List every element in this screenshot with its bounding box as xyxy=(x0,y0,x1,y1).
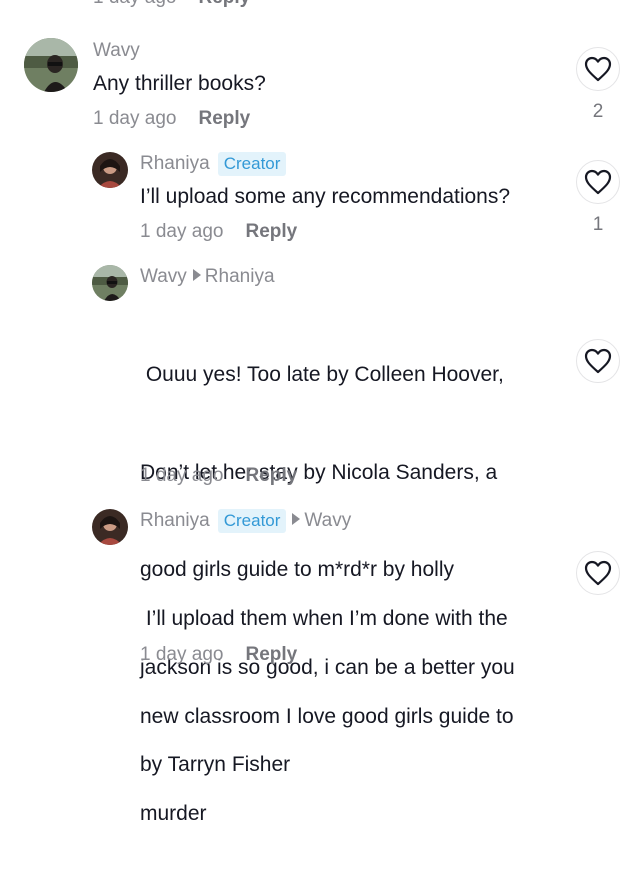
creator-badge: Creator xyxy=(217,509,287,533)
comment-text-line: murder xyxy=(140,802,207,825)
reply-to-username[interactable]: Wavy xyxy=(304,510,351,531)
reply-username-row: Rhaniya Creator xyxy=(140,152,287,176)
like-button[interactable] xyxy=(576,47,620,91)
reply-button[interactable]: Reply xyxy=(198,108,250,129)
reply-to-username[interactable]: Rhaniya xyxy=(205,266,275,287)
comment-text-line: new classroom I love good girls guide to xyxy=(140,704,514,728)
comment-text-line: Ouuu yes! Too late by Colleen Hoover, xyxy=(140,363,504,386)
avatar-wavy[interactable] xyxy=(92,265,128,301)
comment-username[interactable]: Wavy xyxy=(140,266,187,287)
heart-outline-icon xyxy=(584,348,612,374)
comment-meta: 1 day ago Reply xyxy=(140,465,297,487)
avatar-wavy[interactable] xyxy=(24,38,78,92)
comment-username[interactable]: Rhaniya xyxy=(140,510,210,531)
like-button[interactable] xyxy=(576,160,620,204)
previous-comment-meta: 1 day ago Reply xyxy=(93,0,250,9)
creator-badge: Creator xyxy=(217,152,287,176)
comment-text: I’ll upload some any recommendations? xyxy=(140,185,511,208)
like-count: 1 xyxy=(592,214,604,235)
comment-text-line: I’ll upload them when I’m done with the xyxy=(140,607,508,630)
reply-username-row: Rhaniya Creator Wavy xyxy=(140,509,351,533)
like-button[interactable] xyxy=(576,551,620,595)
reply-button[interactable]: Reply xyxy=(245,644,297,665)
comment-meta: 1 day ago Reply xyxy=(93,108,250,130)
heart-outline-icon xyxy=(584,56,612,82)
comment-time: 1 day ago xyxy=(93,0,176,8)
reply-button[interactable]: Reply xyxy=(245,465,297,486)
reply-arrow-icon xyxy=(292,513,301,525)
reply-arrow-icon xyxy=(192,269,201,281)
comment-text: Any thriller books? xyxy=(93,72,266,95)
reply-button[interactable]: Reply xyxy=(245,221,297,242)
comment-username[interactable]: Wavy xyxy=(93,39,140,63)
avatar-rhaniya[interactable] xyxy=(92,509,128,545)
comment-meta: 1 day ago Reply xyxy=(140,221,297,243)
comment-meta: 1 day ago Reply xyxy=(140,644,297,666)
avatar-rhaniya[interactable] xyxy=(92,152,128,188)
comment-text: I’ll upload them when I’m done with the … xyxy=(140,538,514,896)
comment-time: 1 day ago xyxy=(140,465,224,486)
comment-username[interactable]: Rhaniya xyxy=(140,153,210,174)
like-count: 2 xyxy=(592,101,604,122)
heart-outline-icon xyxy=(584,169,612,195)
heart-outline-icon xyxy=(584,560,612,586)
comment-time: 1 day ago xyxy=(140,221,224,242)
comment-time: 1 day ago xyxy=(140,644,224,665)
comment-time: 1 day ago xyxy=(93,108,177,129)
like-button[interactable] xyxy=(576,339,620,383)
reply-button[interactable]: Reply xyxy=(198,0,250,8)
reply-username-row: Wavy Rhaniya xyxy=(140,265,275,289)
